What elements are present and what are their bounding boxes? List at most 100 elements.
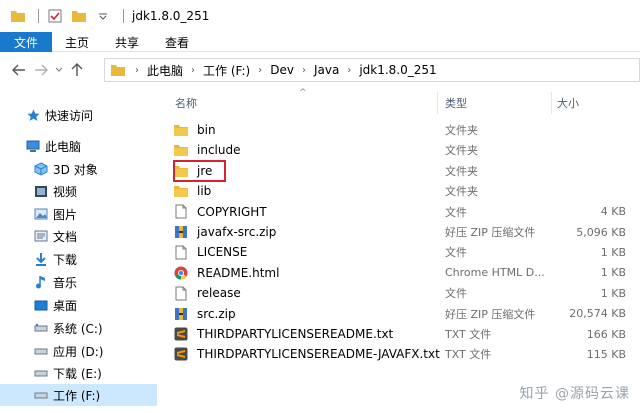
file-name: README.html — [173, 263, 279, 283]
folder-icon — [173, 183, 189, 199]
column-header-size[interactable]: 大小 — [557, 92, 637, 114]
sublime-icon — [173, 326, 189, 342]
file-name: THIRDPARTYLICENSEREADME-JAVAFX.txt — [173, 344, 440, 364]
table-row[interactable]: src.zip 好压 ZIP 压缩文件 20,574 KB — [173, 304, 638, 324]
file-type: 文件夹 — [445, 144, 478, 158]
table-row[interactable]: README.html Chrome HTML D... 1 KB — [173, 263, 638, 283]
sort-arrow-icon: ^ — [299, 88, 307, 98]
file-type: 文件 — [445, 205, 467, 219]
nav-item-quick-access[interactable]: 快速访问 — [0, 104, 157, 126]
nav-item-desktop[interactable]: 桌面 — [0, 294, 157, 316]
nav-item-pictures[interactable]: 图片 — [0, 203, 157, 225]
nav-item-documents[interactable]: 文档 — [0, 225, 157, 247]
breadcrumb-java[interactable]: Java — [310, 63, 343, 77]
back-button[interactable] — [8, 59, 30, 81]
file-type: 好压 ZIP 压缩文件 — [445, 226, 536, 239]
chevron-right-icon[interactable]: › — [131, 65, 143, 76]
tab-file[interactable]: 文件 — [0, 32, 53, 52]
file-name: bin — [173, 120, 216, 140]
file-type: 文件夹 — [445, 124, 478, 137]
nav-item-music[interactable]: 音乐 — [0, 271, 157, 293]
address-bar[interactable]: › 此电脑 › 工作 (F:) › Dev › Java › jdk1.8.0_… — [104, 58, 640, 82]
chevron-right-icon[interactable]: › — [343, 65, 355, 76]
file-name: COPYRIGHT — [173, 202, 267, 222]
column-divider[interactable] — [437, 92, 438, 114]
document-icon — [34, 229, 48, 243]
file-list: 名称 ^ 类型 大小 bin 文件夹 include 文件夹 jre 文件夹 lib 文件夹 C… — [165, 88, 640, 413]
tab-home[interactable]: 主页 — [52, 32, 102, 52]
nav-item-drive-d[interactable]: 应用 (D:) — [0, 340, 157, 362]
column-header-type[interactable]: 类型 — [445, 92, 551, 114]
column-divider[interactable] — [551, 92, 552, 114]
table-row[interactable]: LICENSE 文件 1 KB — [173, 242, 638, 262]
breadcrumb-this-pc[interactable]: 此电脑 — [143, 62, 187, 79]
table-row[interactable]: lib 文件夹 — [173, 181, 638, 201]
nav-item-drive-f[interactable]: 工作 (F:) — [0, 384, 157, 406]
file-size: 166 KB — [586, 327, 626, 341]
breadcrumb-dev[interactable]: Dev — [266, 63, 298, 77]
drive-icon — [34, 321, 48, 335]
nav-item-3d-objects[interactable]: 3D 对象 — [0, 158, 157, 180]
recent-locations-button[interactable] — [52, 59, 66, 81]
file-name: src.zip — [173, 304, 236, 324]
arrow-up-icon — [71, 63, 83, 76]
file-type: 好压 ZIP 压缩文件 — [445, 307, 536, 321]
chevron-right-icon[interactable]: › — [187, 65, 199, 76]
divider — [38, 9, 39, 23]
breadcrumb-drive-f[interactable]: 工作 (F:) — [199, 62, 254, 79]
table-row[interactable]: release 文件 1 KB — [173, 283, 638, 303]
new-folder-icon[interactable] — [71, 8, 87, 24]
zip-icon — [173, 224, 189, 240]
folder-icon — [173, 142, 189, 158]
breadcrumb-jdk[interactable]: jdk1.8.0_251 — [355, 63, 440, 77]
table-row[interactable]: THIRDPARTYLICENSEREADME.txt TXT 文件 166 KB — [173, 324, 638, 344]
file-type: 文件夹 — [445, 164, 478, 178]
file-type: 文件 — [445, 246, 467, 260]
star-icon — [26, 108, 40, 122]
table-row[interactable]: jre 文件夹 — [173, 161, 638, 181]
nav-item-downloads[interactable]: 下载 — [0, 248, 157, 270]
desktop-icon — [34, 298, 48, 312]
folder-icon — [111, 64, 125, 76]
watermark: 知乎 @源码云课 — [519, 386, 630, 402]
file-icon — [173, 285, 189, 301]
file-size: 1 KB — [600, 266, 626, 280]
table-row[interactable]: bin 文件夹 — [173, 120, 638, 140]
divider — [123, 9, 124, 23]
file-size: 1 KB — [600, 286, 626, 300]
nav-item-drive-e[interactable]: 下载 (E:) — [0, 362, 157, 384]
arrow-right-icon — [35, 64, 48, 76]
drive-icon — [34, 344, 48, 358]
file-type: TXT 文件 — [445, 348, 492, 362]
chevron-right-icon[interactable]: › — [298, 65, 310, 76]
title-bar: jdk1.8.0_251 — [0, 0, 640, 32]
table-row[interactable]: include 文件夹 — [173, 140, 638, 160]
file-name: release — [173, 283, 241, 303]
window-title: jdk1.8.0_251 — [132, 9, 210, 23]
forward-button[interactable] — [30, 59, 52, 81]
customize-dropdown-icon[interactable] — [95, 8, 111, 24]
table-row[interactable]: THIRDPARTYLICENSEREADME-JAVAFX.txt TXT 文件… — [173, 344, 638, 364]
file-icon — [173, 244, 189, 260]
folder-icon[interactable] — [10, 8, 26, 24]
properties-icon[interactable] — [47, 8, 63, 24]
picture-icon — [34, 207, 48, 221]
nav-item-drive-c[interactable]: 系统 (C:) — [0, 317, 157, 339]
file-type: 文件夹 — [445, 185, 478, 199]
tab-share[interactable]: 共享 — [102, 32, 152, 52]
cube-icon — [34, 162, 48, 176]
tab-view[interactable]: 查看 — [152, 32, 202, 52]
file-type: Chrome HTML D... — [445, 266, 545, 280]
drive-icon — [34, 388, 48, 402]
chevron-right-icon[interactable]: › — [254, 65, 266, 76]
file-name: include — [173, 140, 240, 160]
navigation-pane: 快速访问 此电脑 3D 对象 视频 图片 文档 下载 音乐 桌面 系统 (C:)… — [0, 88, 160, 413]
nav-item-videos[interactable]: 视频 — [0, 180, 157, 202]
highlight-annotation — [173, 160, 226, 182]
file-name: lib — [173, 181, 211, 201]
table-row[interactable]: COPYRIGHT 文件 4 KB — [173, 202, 638, 222]
zip-icon — [173, 306, 189, 322]
nav-item-this-pc[interactable]: 此电脑 — [0, 135, 157, 157]
table-row[interactable]: javafx-src.zip 好压 ZIP 压缩文件 5,096 KB — [173, 222, 638, 242]
up-button[interactable] — [66, 59, 88, 81]
